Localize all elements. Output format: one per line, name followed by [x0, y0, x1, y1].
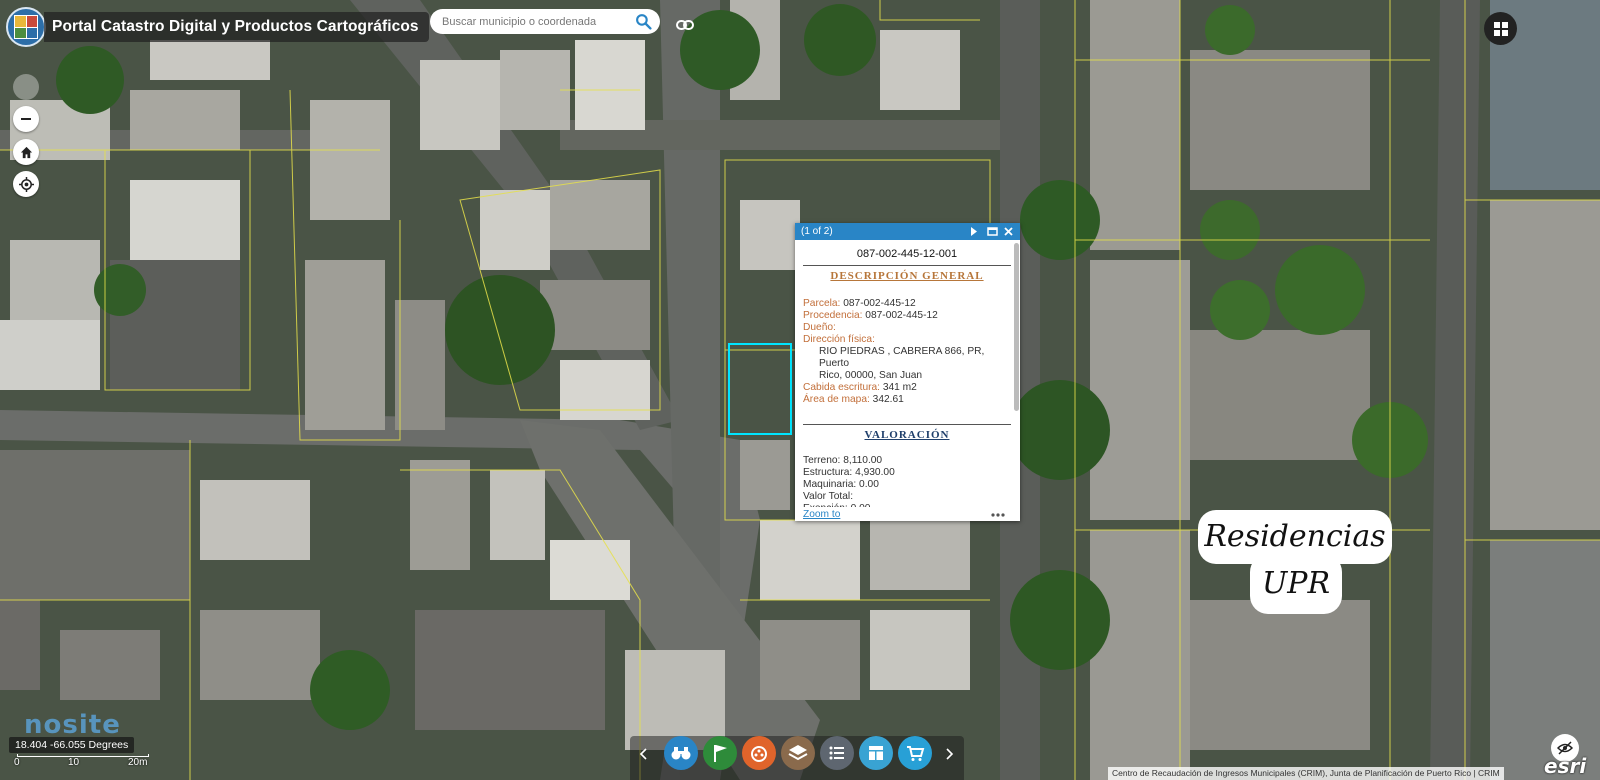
- home-button[interactable]: [13, 139, 39, 165]
- widget-toolbar: [630, 736, 964, 780]
- toolbar-next-button[interactable]: [943, 744, 957, 764]
- search-input[interactable]: [442, 15, 622, 28]
- eye-slash-icon: [1557, 741, 1573, 755]
- field-direccion: Dirección física:: [803, 334, 875, 345]
- zoom-in-button[interactable]: [13, 74, 39, 100]
- toolbar-button-film[interactable]: [742, 736, 776, 770]
- minus-icon: [21, 118, 31, 120]
- app-title: Portal Catastro Digital y Productos Cart…: [52, 18, 419, 35]
- toolbar-prev-button[interactable]: [636, 744, 650, 764]
- toolbar-button-flag[interactable]: [703, 736, 737, 770]
- apps-button[interactable]: [1484, 12, 1517, 45]
- binoculars-icon: [664, 736, 698, 770]
- grid-icon: [1493, 21, 1508, 36]
- close-icon[interactable]: [1003, 226, 1014, 237]
- address-line-2: Rico, 00000, San Juan: [819, 370, 923, 381]
- popup-footer: Zoom to: [795, 507, 1020, 521]
- toolbar-button-layers[interactable]: [781, 736, 815, 770]
- chevron-right-icon: [946, 748, 954, 760]
- coordinate-readout: 18.404 -66.055 Degrees: [9, 737, 135, 753]
- toolbar-button-list[interactable]: [820, 736, 854, 770]
- address-line-1: RIO PIEDRAS , CABRERA 866, PR, Puerto: [819, 346, 985, 369]
- popup-counter: (1 of 2): [801, 226, 833, 237]
- esri-logo: esri: [1544, 754, 1587, 778]
- feature-popup[interactable]: (1 of 2) 087-002-445-12-001 DESCRIPCIÓN …: [795, 223, 1020, 521]
- zoom-out-button[interactable]: [13, 106, 39, 132]
- toolbar-button-table[interactable]: [859, 736, 893, 770]
- scale-label-10: 10: [68, 757, 80, 768]
- popup-header: (1 of 2): [795, 223, 1020, 240]
- label-line-2: UPR: [1250, 554, 1342, 614]
- field-procedencia: Procedencia: 087-002-445-12: [803, 310, 938, 321]
- field-cabida: Cabida escritura: 341 m2: [803, 382, 917, 393]
- toolbar-button-cart[interactable]: [898, 736, 932, 770]
- divider: [803, 424, 1011, 425]
- field-dueno: Dueño:: [803, 322, 836, 333]
- locate-button[interactable]: [13, 171, 39, 197]
- popup-scrollbar[interactable]: [1014, 243, 1019, 411]
- table-icon: [859, 736, 893, 770]
- search-box[interactable]: [430, 9, 660, 34]
- zoom-to-link[interactable]: Zoom to: [803, 509, 840, 520]
- valuation-total: Valor Total:: [803, 491, 854, 502]
- scale-label-0: 0: [14, 757, 20, 768]
- valuation-maquinaria: Maquinaria: 0.00: [803, 479, 879, 490]
- popup-title: 087-002-445-12-001: [856, 248, 958, 260]
- toolbar-button-binoculars[interactable]: [664, 736, 698, 770]
- list-icon: [820, 736, 854, 770]
- divider: [803, 265, 1011, 266]
- valuation-terreno: Terreno: 8,110.00: [803, 455, 883, 466]
- home-icon: [20, 146, 32, 158]
- link-icon[interactable]: [676, 18, 694, 32]
- valuation-estructura: Estructura: 4,930.00: [803, 467, 895, 478]
- layers-icon: [781, 736, 815, 770]
- residencias-upr-label: Residencias UPR: [1198, 510, 1392, 614]
- more-options-icon[interactable]: [990, 511, 1006, 519]
- section-general-title: DESCRIPCIÓN GENERAL: [830, 270, 984, 282]
- scale-label-20: 20m: [128, 757, 148, 768]
- title-bar: Portal Catastro Digital y Productos Cart…: [44, 12, 429, 42]
- cart-icon: [898, 736, 932, 770]
- search-icon[interactable]: [635, 13, 652, 30]
- field-parcela: Parcela: 087-002-445-12: [803, 298, 916, 309]
- next-feature-icon[interactable]: [968, 226, 979, 237]
- chevron-left-icon: [639, 748, 647, 760]
- film-icon: [742, 736, 776, 770]
- flag-icon: [703, 736, 737, 770]
- locate-icon: [18, 176, 34, 192]
- popup-content: 087-002-445-12-001 DESCRIPCIÓN GENERAL P…: [795, 240, 1020, 521]
- section-valuation-title: VALORACIÓN: [864, 429, 950, 441]
- field-area: Área de mapa: 342.61: [803, 394, 904, 405]
- nosite-logo: nosite: [24, 710, 121, 740]
- map-attribution: Centro de Recaudación de Ingresos Munici…: [1108, 767, 1504, 780]
- crim-logo[interactable]: [6, 7, 46, 47]
- maximize-icon[interactable]: [987, 226, 998, 237]
